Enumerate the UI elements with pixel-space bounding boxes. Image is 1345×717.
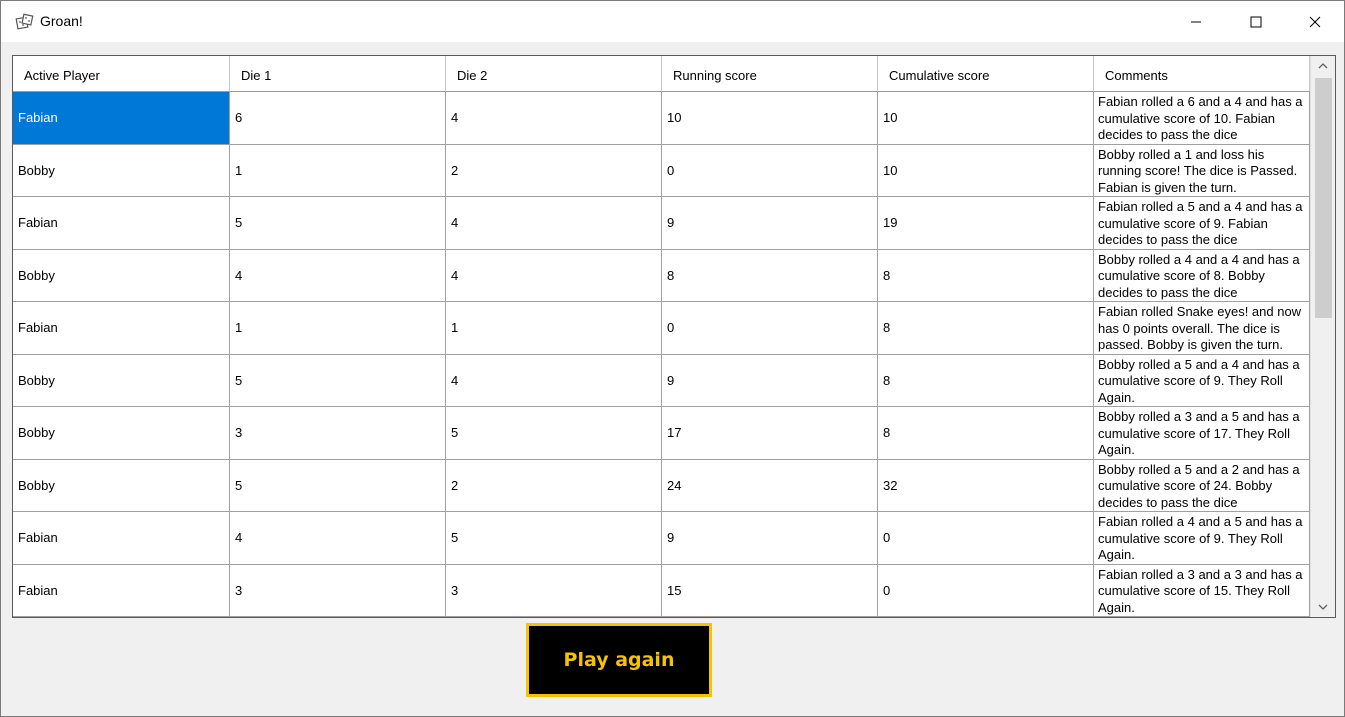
cell-die-1[interactable]: 6 [230,92,446,145]
cell-running-score[interactable]: 0 [662,302,878,355]
cell-cumulative-score[interactable]: 0 [878,564,1094,617]
cell-running-score[interactable]: 9 [662,354,878,407]
cell-comment[interactable]: Fabian rolled Snake eyes! and now has 0 … [1094,302,1310,355]
title-bar[interactable]: Groan! [1,1,1344,42]
table-row[interactable]: Bobby 5 4 9 8 Bobby rolled a 5 and a 4 and ha… [13,354,1310,407]
cell-comment[interactable]: Bobby rolled a 1 and loss his running sc… [1094,144,1310,197]
chevron-up-icon [1318,63,1328,69]
column-header-active-player[interactable]: Active Player [13,56,230,92]
cell-cumulative-score[interactable]: 0 [878,512,1094,565]
close-button[interactable] [1286,1,1344,42]
table-row[interactable]: Bobby 3 5 17 8 Bobby rolled a 3 and a 5 and h… [13,407,1310,460]
cell-active-player[interactable]: Fabian [13,512,230,565]
cell-running-score[interactable]: 17 [662,407,878,460]
cell-active-player[interactable]: Bobby [13,249,230,302]
cell-die-2[interactable]: 2 [446,144,662,197]
cell-running-score[interactable]: 10 [662,92,878,145]
cell-die-1[interactable]: 5 [230,197,446,250]
table-row[interactable]: Fabian 3 3 15 0 Fabian rolled a 3 and a 3 and… [13,564,1310,617]
cell-die-1[interactable]: 4 [230,249,446,302]
cell-comment[interactable]: Bobby rolled a 3 and a 5 and has a cumul… [1094,407,1310,460]
table-row[interactable]: Bobby 4 4 8 8 Bobby rolled a 4 and a 4 and ha… [13,249,1310,302]
game-log-grid[interactable]: Active Player Die 1 Die 2 Running score … [12,55,1336,618]
column-header-die-2[interactable]: Die 2 [446,56,662,92]
vertical-scrollbar[interactable] [1310,56,1335,617]
table-row[interactable]: Fabian 5 4 9 19 Fabian rolled a 5 and a 4 and… [13,197,1310,250]
cell-die-1[interactable]: 3 [230,407,446,460]
cell-comment[interactable]: Fabian rolled a 4 and a 5 and has a cumu… [1094,512,1310,565]
maximize-button[interactable] [1227,1,1285,42]
cell-active-player[interactable]: Fabian [13,302,230,355]
cell-comment[interactable]: Fabian rolled a 5 and a 4 and has a cumu… [1094,197,1310,250]
cell-die-2[interactable]: 4 [446,197,662,250]
cell-running-score[interactable]: 8 [662,249,878,302]
column-header-die-1[interactable]: Die 1 [230,56,446,92]
cell-running-score[interactable]: 24 [662,459,878,512]
table-row[interactable]: Bobby 5 2 24 32 Bobby rolled a 5 and a 2 and … [13,459,1310,512]
column-header-running-score[interactable]: Running score [662,56,878,92]
app-window: Groan! Active Player Die 1 Die 2 Running… [0,0,1345,717]
minimize-icon [1191,21,1201,22]
cell-active-player[interactable]: Fabian [13,564,230,617]
scrollbar-thumb[interactable] [1315,78,1332,318]
window-title: Groan! [40,13,83,29]
scroll-up-button[interactable] [1311,56,1335,76]
chevron-down-icon [1318,604,1328,610]
cell-active-player[interactable]: Fabian [13,197,230,250]
cell-running-score[interactable]: 0 [662,144,878,197]
cell-active-player[interactable]: Bobby [13,144,230,197]
play-again-button[interactable]: Play again [526,623,712,697]
cell-die-1[interactable]: 4 [230,512,446,565]
table-row[interactable]: Fabian 6 4 10 10 Fabian rolled a 6 and a 4 an… [13,92,1310,145]
cell-comment[interactable]: Bobby rolled a 4 and a 4 and has a cumul… [1094,249,1310,302]
cell-cumulative-score[interactable]: 8 [878,407,1094,460]
column-header-cumulative-score[interactable]: Cumulative score [878,56,1094,92]
cell-cumulative-score[interactable]: 8 [878,302,1094,355]
cell-cumulative-score[interactable]: 10 [878,92,1094,145]
cell-die-2[interactable]: 4 [446,92,662,145]
cell-cumulative-score[interactable]: 8 [878,249,1094,302]
cell-active-player[interactable]: Bobby [13,407,230,460]
minimize-button[interactable] [1167,1,1225,42]
dice-icon [15,13,34,30]
cell-die-2[interactable]: 4 [446,249,662,302]
table-row[interactable]: Bobby 1 2 0 10 Bobby rolled a 1 and loss his … [13,144,1310,197]
cell-cumulative-score[interactable]: 19 [878,197,1094,250]
cell-running-score[interactable]: 9 [662,512,878,565]
cell-active-player[interactable]: Fabian [13,92,230,145]
cell-cumulative-score[interactable]: 32 [878,459,1094,512]
cell-die-2[interactable]: 1 [446,302,662,355]
cell-active-player[interactable]: Bobby [13,459,230,512]
table-row[interactable]: Fabian 1 1 0 8 Fabian rolled Snake eyes! and … [13,302,1310,355]
maximize-icon [1250,16,1262,27]
cell-running-score[interactable]: 15 [662,564,878,617]
table-row[interactable]: Fabian 4 5 9 0 Fabian rolled a 4 and a 5 and … [13,512,1310,565]
cell-die-2[interactable]: 5 [446,407,662,460]
cell-die-2[interactable]: 2 [446,459,662,512]
grid-rows: Fabian 6 4 10 10 Fabian rolled a 6 and a 4 an… [13,92,1310,617]
cell-running-score[interactable]: 9 [662,197,878,250]
cell-die-2[interactable]: 5 [446,512,662,565]
close-icon [1309,16,1321,27]
column-header-comments[interactable]: Comments [1094,56,1310,92]
cell-comment[interactable]: Fabian rolled a 3 and a 3 and has a cumu… [1094,564,1310,617]
cell-die-1[interactable]: 1 [230,302,446,355]
cell-cumulative-score[interactable]: 8 [878,354,1094,407]
cell-active-player[interactable]: Bobby [13,354,230,407]
cell-comment[interactable]: Bobby rolled a 5 and a 4 and has a cumul… [1094,354,1310,407]
cell-comment[interactable]: Bobby rolled a 5 and a 2 and has a cumul… [1094,459,1310,512]
cell-cumulative-score[interactable]: 10 [878,144,1094,197]
cell-die-1[interactable]: 5 [230,354,446,407]
grid-header: Active Player Die 1 Die 2 Running score … [13,56,1310,92]
cell-die-1[interactable]: 3 [230,564,446,617]
cell-die-2[interactable]: 4 [446,354,662,407]
cell-die-1[interactable]: 1 [230,144,446,197]
cell-die-2[interactable]: 3 [446,564,662,617]
cell-comment[interactable]: Fabian rolled a 6 and a 4 and has a cumu… [1094,92,1310,145]
scroll-down-button[interactable] [1311,597,1335,617]
cell-die-1[interactable]: 5 [230,459,446,512]
